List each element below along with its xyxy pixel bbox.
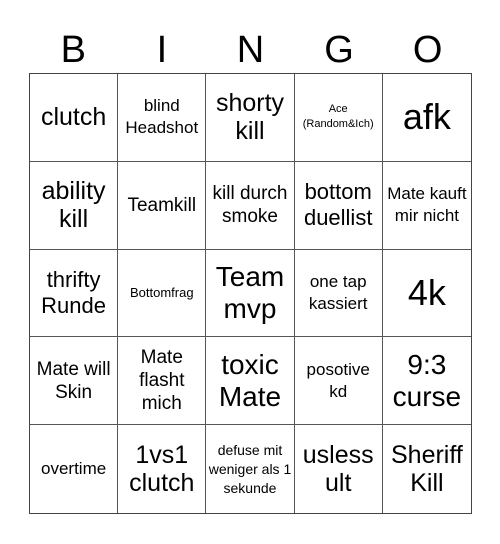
bingo-cell-text: Mate will Skin <box>36 358 111 403</box>
bingo-cell-text: posotive kd <box>306 359 370 401</box>
bingo-header: B I N G O <box>29 28 472 72</box>
bingo-cell[interactable]: 1vs1 clutch <box>118 425 207 513</box>
bingo-cell[interactable]: Teamkill <box>118 161 207 250</box>
bingo-cell[interactable]: Mate kauft mir nicht <box>382 162 471 250</box>
bingo-cell[interactable]: shorty kill <box>206 74 295 162</box>
bingo-cell-text: afk <box>402 96 451 138</box>
bingo-cell[interactable]: clutch <box>30 74 119 162</box>
bingo-cell-text: Mate kauft mir nicht <box>387 184 467 226</box>
bingo-cell-text: shorty kill <box>215 89 285 146</box>
bingo-cell-text: Mate flasht mich <box>139 347 185 415</box>
bingo-cell[interactable]: bottom duellist <box>294 161 383 250</box>
bingo-cell-text: Teamkill <box>127 194 197 216</box>
bingo-cell[interactable]: Mate will Skin <box>30 337 119 426</box>
bingo-cell-text: Sheriff Kill <box>390 441 463 498</box>
bingo-cell-text: Ace (Random&Ich) <box>302 103 374 131</box>
bingo-cell[interactable]: defuse mit weniger als 1 sekunde <box>206 425 295 513</box>
bingo-cell-text: usless ult <box>302 441 374 498</box>
bingo-cell[interactable]: blind Headshot <box>118 74 207 162</box>
bingo-cell[interactable]: Ace (Random&Ich) <box>294 74 383 162</box>
bingo-cell-text: thrifty Runde <box>41 266 107 318</box>
bingo-cell[interactable]: ability kill <box>30 161 119 250</box>
bingo-cell-text: clutch <box>40 103 107 132</box>
header-letter-o: O <box>412 29 443 71</box>
bingo-cell[interactable]: afk <box>382 74 471 162</box>
bingo-cell-text: blind Headshot <box>125 96 199 138</box>
bingo-cell-text: defuse mit weniger als 1 sekunde <box>208 441 292 496</box>
bingo-cell[interactable]: Mate flasht mich <box>118 337 207 426</box>
bingo-cell[interactable]: kill durch smoke <box>206 161 295 250</box>
bingo-cell-text: 4k <box>407 271 446 313</box>
bingo-cell[interactable]: overtime <box>30 425 119 513</box>
bingo-cell-text: kill durch smoke <box>212 183 288 228</box>
bingo-cell[interactable]: Bottomfrag <box>118 249 207 338</box>
bingo-cell-text: Team mvp <box>215 260 285 324</box>
header-letter-b: B <box>60 29 86 71</box>
bingo-cell[interactable]: toxic Mate <box>206 337 295 426</box>
bingo-cell[interactable]: Team mvp <box>206 249 295 338</box>
bingo-cell[interactable]: one tap kassiert <box>294 249 383 338</box>
bingo-cell-text: bottom duellist <box>303 179 373 231</box>
bingo-cell[interactable]: 4k <box>382 250 471 338</box>
bingo-cell-text: toxic Mate <box>218 348 282 412</box>
header-letter-i: I <box>156 29 168 71</box>
bingo-cell[interactable]: Sheriff Kill <box>383 425 471 513</box>
bingo-cell[interactable]: usless ult <box>295 425 383 513</box>
bingo-cell-text: one tap kassiert <box>308 271 368 313</box>
bingo-cell-text: 9:3 curse <box>392 348 462 412</box>
bingo-cell[interactable]: 9:3 curse <box>382 337 471 426</box>
bingo-cell[interactable]: thrifty Runde <box>30 249 119 338</box>
bingo-cell[interactable]: posotive kd <box>294 337 383 426</box>
header-letter-n: N <box>236 29 265 71</box>
bingo-cell-text: Bottomfrag <box>129 284 194 300</box>
bingo-board: clutch blind Headshot shorty kill Ace (Rand… <box>29 73 472 514</box>
header-letter-g: G <box>324 29 354 71</box>
bingo-cell-text: overtime <box>41 459 107 479</box>
bingo-cell-text: ability kill <box>41 177 106 234</box>
bingo-cell-text: 1vs1 clutch <box>129 441 195 498</box>
